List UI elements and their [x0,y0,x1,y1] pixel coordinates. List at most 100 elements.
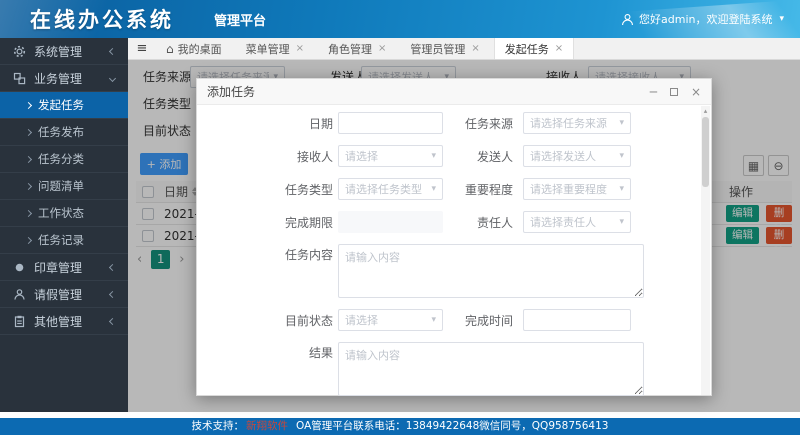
chevron-right-icon [25,155,32,162]
date-input[interactable] [338,112,443,134]
tab-label: 角色管理 [328,41,372,57]
field-label-current-status: 目前状态 [261,312,333,329]
tab-label: 我的桌面 [178,41,222,57]
current-status-select[interactable]: 请选择 ▾ [338,309,443,331]
receiver-select[interactable]: 请选择 ▾ [338,145,443,167]
tab-label: 管理员管理 [410,41,465,57]
field-label-task-type: 任务类型 [261,181,333,198]
field-label-result: 结果 [261,342,333,364]
task-source-select[interactable]: 请选择任务来源 ▾ [523,112,631,134]
sidebar-item-label: 印章管理 [34,259,82,276]
field-label-date: 日期 [261,115,333,132]
home-icon: ⌂ [166,42,174,56]
chevron-right-icon [25,182,32,189]
user-icon [621,13,634,26]
sidebar-item-task-record[interactable]: 任务记录 [0,227,128,254]
chevron-down-icon: ▾ [619,118,624,128]
chevron-left-icon [109,263,116,270]
responsible-select[interactable]: 请选择责任人 ▾ [523,211,631,233]
dialog-scrollbar[interactable]: ▴ [701,106,710,395]
add-task-dialog: 添加任务 ─ × 日期 任务来源 请选择任务来源 ▾ 接收人 请选择 [196,78,712,396]
sidebar-subitem-label: 任务分类 [38,151,84,167]
footer-support-label: 技术支持： [192,420,245,432]
content-area: 任务来源 请选择任务来源 ▾ 发送人 请选择发送人 ▾ 接收人 请选择接收人 ▾… [128,60,800,412]
sidebar-subitem-label: 工作状态 [38,205,84,221]
close-icon[interactable]: × [555,43,563,54]
field-label-task-content: 任务内容 [261,244,333,266]
chevron-down-icon: ▾ [431,315,436,325]
tab-menu-mgmt[interactable]: 菜单管理 × [236,38,314,59]
sidebar-item-system-mgmt[interactable]: 系统管理 [0,38,128,65]
scroll-up-icon[interactable]: ▴ [701,106,710,116]
sidebar-subitem-label: 任务发布 [38,124,84,140]
field-label-finish-time: 完成时间 [443,312,513,329]
field-label-sender: 发送人 [443,148,513,165]
sidebar-item-work-status[interactable]: 工作状态 [0,200,128,227]
tab-my-desktop[interactable]: ⌂ 我的桌面 [156,38,232,59]
sidebar-item-task-category[interactable]: 任务分类 [0,146,128,173]
close-icon[interactable]: × [296,43,304,54]
platform-subtitle: 管理平台 [214,10,266,29]
chevron-right-icon [25,128,32,135]
chevron-down-icon: ▾ [619,184,624,194]
close-icon[interactable]: × [691,86,701,98]
sender-select[interactable]: 请选择发送人 ▾ [523,145,631,167]
sidebar-item-seal-mgmt[interactable]: 印章管理 [0,254,128,281]
clipboard-icon [12,314,26,328]
sidebar: 系统管理 业务管理 发起任务 任务发布 任务分类 问题清单 工作状态 任务记录 … [0,38,128,412]
field-label-responsible: 责任人 [443,214,513,231]
chevron-down-icon [109,74,116,81]
chevron-left-icon [109,317,116,324]
result-textarea[interactable] [338,342,644,396]
deadline-field[interactable] [338,211,443,233]
maximize-icon[interactable] [670,86,678,98]
user-greeting: 您好admin，欢迎登陆系统 [639,11,772,27]
tab-label: 发起任务 [505,41,549,57]
chevron-left-icon [109,290,116,297]
chevron-right-icon [25,236,32,243]
tab-bar: ≡ ⌂ 我的桌面 菜单管理 × 角色管理 × 管理员管理 × 发起任务 × [128,38,800,60]
footer: 技术支持：新翔软件OA管理平台联系电话：13849422648微信同号，QQ95… [0,418,800,435]
task-content-textarea[interactable] [338,244,644,298]
task-type-select[interactable]: 请选择任务类型 ▾ [338,178,443,200]
importance-select[interactable]: 请选择重要程度 ▾ [523,178,631,200]
chevron-down-icon: ▾ [431,184,436,194]
sidebar-item-business-mgmt[interactable]: 业务管理 [0,65,128,92]
sidebar-item-label: 系统管理 [34,43,82,60]
sidebar-item-leave-mgmt[interactable]: 请假管理 [0,281,128,308]
chevron-right-icon [25,101,32,108]
chevron-down-icon: ▾ [779,14,784,24]
sidebar-subitem-label: 发起任务 [38,97,84,113]
scrollbar-thumb[interactable] [702,117,709,187]
sidebar-item-other-mgmt[interactable]: 其他管理 [0,308,128,335]
dialog-title: 添加任务 [207,83,255,100]
sidebar-item-initiate-task[interactable]: 发起任务 [0,92,128,119]
dialog-header[interactable]: 添加任务 ─ × [197,79,711,105]
sidebar-item-issue-list[interactable]: 问题清单 [0,173,128,200]
person-icon [12,287,26,301]
footer-vendor-link[interactable]: 新翔软件 [246,420,288,432]
app-title: 在线办公系统 [30,4,174,34]
dialog-body: 日期 任务来源 请选择任务来源 ▾ 接收人 请选择 ▾ 发送人 请选择发送人 ▾ [197,105,711,396]
chevron-left-icon [109,47,116,54]
minimize-icon[interactable]: ─ [650,86,657,98]
finish-time-input[interactable] [523,309,631,331]
field-label-deadline: 完成期限 [261,214,333,231]
sidebar-item-task-release[interactable]: 任务发布 [0,119,128,146]
collapse-sidebar-icon[interactable]: ≡ [128,38,156,59]
sidebar-item-label: 其他管理 [34,313,82,330]
tab-label: 菜单管理 [246,41,290,57]
user-menu[interactable]: 您好admin，欢迎登陆系统 ▾ [621,0,784,38]
chevron-down-icon: ▾ [431,151,436,161]
close-icon[interactable]: × [471,43,479,54]
field-label-importance: 重要程度 [443,181,513,198]
sidebar-item-label: 业务管理 [34,70,82,87]
gear-icon [12,44,26,58]
chevron-right-icon [25,209,32,216]
sidebar-subitem-label: 问题清单 [38,178,84,194]
tab-initiate-task[interactable]: 发起任务 × [494,38,574,59]
tab-role-mgmt[interactable]: 角色管理 × [318,38,396,59]
sidebar-subitem-label: 任务记录 [38,232,84,248]
close-icon[interactable]: × [378,43,386,54]
tab-admin-mgmt[interactable]: 管理员管理 × [400,38,489,59]
